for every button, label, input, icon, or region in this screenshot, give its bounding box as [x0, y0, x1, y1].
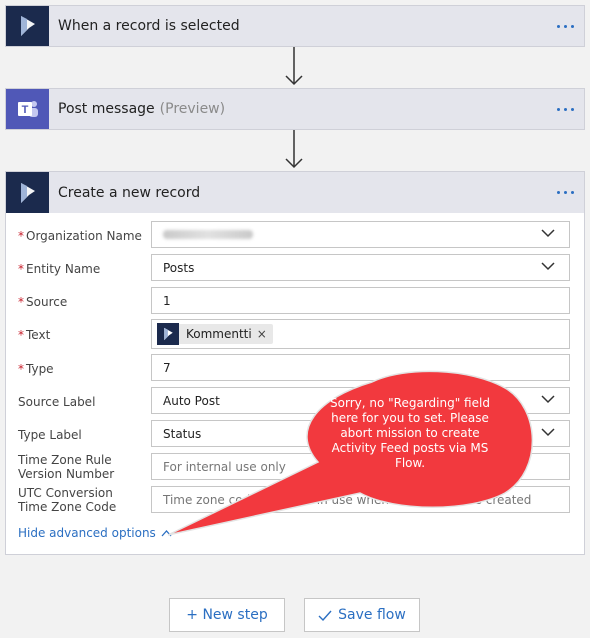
arrow-down-icon — [285, 130, 303, 169]
teams-icon: T — [6, 89, 49, 129]
chevron-up-icon — [161, 529, 172, 536]
field-row-source: * Source 1 — [6, 287, 584, 315]
chevron-down-icon — [541, 395, 555, 404]
redacted-value — [163, 230, 253, 239]
step-card-create-record[interactable]: Create a new record — [5, 171, 585, 214]
create-record-form: * Organization Name * Entity Name Posts * S… — [5, 213, 585, 555]
organization-name-dropdown[interactable] — [151, 221, 570, 248]
step-title: Create a new record — [58, 184, 201, 201]
field-label: * Type — [18, 362, 54, 376]
dynamics-icon — [157, 323, 179, 345]
field-label: * Source — [18, 295, 68, 309]
dynamics-icon — [6, 172, 49, 213]
save-flow-button[interactable]: Save flow — [304, 598, 420, 632]
more-options-icon[interactable] — [557, 89, 574, 129]
field-row-type-label: Type Label Status — [6, 420, 584, 448]
field-label: UTC Conversion Time Zone Code — [18, 486, 117, 514]
type-input[interactable]: 7 — [151, 354, 570, 381]
source-input[interactable]: 1 — [151, 287, 570, 314]
token-remove-icon[interactable]: × — [257, 327, 273, 341]
dynamics-icon — [6, 6, 49, 46]
field-label: Source Label — [18, 395, 96, 409]
field-row-organization-name: * Organization Name — [6, 221, 584, 249]
chevron-down-icon — [541, 262, 555, 271]
checkmark-icon — [318, 610, 332, 621]
field-row-entity-name: * Entity Name Posts — [6, 254, 584, 282]
step-card-post-message[interactable]: T Post message (Preview) — [5, 88, 585, 130]
step-card-trigger[interactable]: When a record is selected — [5, 5, 585, 47]
field-label: * Entity Name — [18, 262, 101, 276]
more-options-icon[interactable] — [557, 172, 574, 213]
callout-text: Sorry, no "Regarding" field here for you… — [330, 396, 490, 470]
step-title: Post message (Preview) — [58, 101, 226, 117]
more-options-icon[interactable] — [557, 6, 574, 46]
chevron-down-icon — [541, 428, 555, 437]
text-input[interactable]: Kommentti × — [151, 319, 570, 349]
entity-name-dropdown[interactable]: Posts — [151, 254, 570, 281]
field-row-text: * Text Kommentti × — [6, 319, 584, 349]
dynamic-content-token[interactable]: Kommentti × — [157, 323, 273, 345]
arrow-down-icon — [285, 47, 303, 86]
field-label: Type Label — [18, 428, 82, 442]
field-label: * Organization Name — [18, 229, 142, 243]
step-title: When a record is selected — [58, 18, 240, 34]
field-row-source-label: Source Label Auto Post — [6, 387, 584, 415]
field-row-time-zone-rule: Time Zone Rule Version Number For intern… — [6, 453, 584, 481]
field-label: * Text — [18, 328, 51, 342]
new-step-button[interactable]: + New step — [169, 598, 285, 632]
svg-text:T: T — [21, 104, 28, 116]
chevron-down-icon — [541, 229, 555, 238]
hide-advanced-options-link[interactable]: Hide advanced options — [18, 526, 172, 540]
field-row-utc-conversion: UTC Conversion Time Zone Code Time zone … — [6, 486, 584, 514]
utc-conversion-input[interactable]: Time zone code that was in use when the … — [151, 486, 570, 513]
field-label: Time Zone Rule Version Number — [18, 453, 115, 481]
field-row-type: * Type 7 — [6, 354, 584, 382]
token-label: Kommentti — [186, 327, 252, 341]
